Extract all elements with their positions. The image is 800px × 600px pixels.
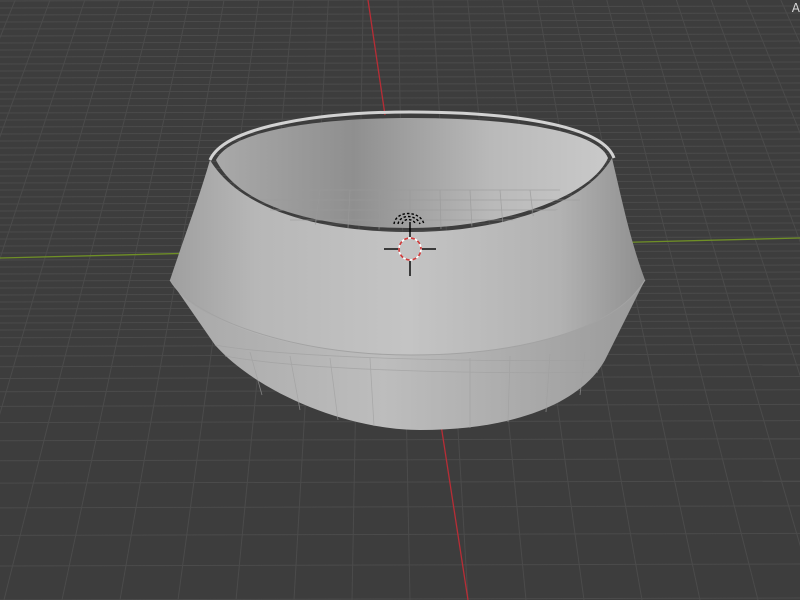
grid-line	[0, 532, 800, 536]
grid-line	[0, 19, 800, 23]
grid-line	[0, 54, 800, 58]
viewport-canvas[interactable]	[0, 0, 800, 600]
grid-line	[0, 61, 800, 65]
corner-label: A	[791, 1, 800, 15]
grid-line	[0, 458, 800, 462]
grid-line	[0, 33, 800, 37]
grid-line	[0, 68, 800, 72]
grid-line	[0, 0, 16, 39]
grid-line	[0, 229, 800, 233]
grid-line	[0, 12, 800, 16]
bowl-mesh[interactable]	[169, 110, 646, 430]
grid-line	[0, 0, 51, 138]
grid-line	[0, 0, 121, 416]
3d-viewport[interactable]: A	[0, 0, 800, 600]
grid-line	[3, 0, 155, 600]
grid-line	[0, 5, 800, 9]
grid-line	[0, 480, 800, 484]
grid-line	[61, 0, 190, 600]
grid-line	[0, 47, 800, 51]
grid-line	[0, 0, 86, 261]
grid-line	[0, 40, 800, 44]
grid-line	[0, 438, 800, 442]
grid-line	[0, 26, 800, 30]
grid-line	[0, 563, 800, 567]
